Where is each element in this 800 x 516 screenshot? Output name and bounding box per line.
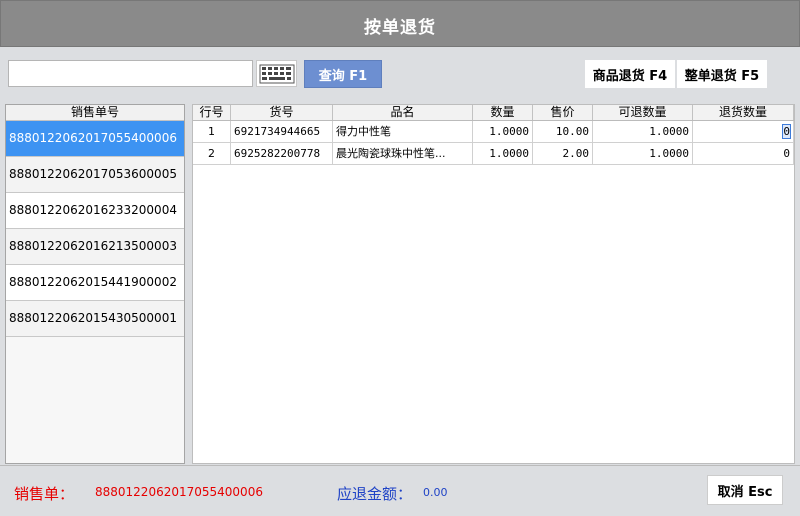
column-header-item-name[interactable]: 品名	[333, 105, 473, 120]
sales-order-value: 8880122062017055400006	[95, 485, 263, 499]
refund-amount-value: 0.00	[423, 486, 448, 499]
cell-line-no: 1	[193, 121, 231, 142]
order-list-item[interactable]: 8880122062015430500001	[6, 301, 184, 337]
order-list-item[interactable]: 8880122062016233200004	[6, 193, 184, 229]
order-list-item[interactable]: 8880122062017055400006	[6, 121, 184, 157]
cell-line-no: 2	[193, 143, 231, 164]
order-list-item[interactable]: 8880122062015441900002	[6, 265, 184, 301]
keyboard-button[interactable]	[256, 60, 297, 87]
cell-quantity: 1.0000	[473, 121, 533, 142]
refund-amount-label: 应退金额：	[337, 485, 413, 503]
column-header-item-code[interactable]: 货号	[231, 105, 333, 120]
cell-item-code: 6921734944665	[231, 121, 333, 142]
column-header-price[interactable]: 售价	[533, 105, 593, 120]
cell-item-name: 得力中性笔	[333, 121, 473, 142]
grid-header: 行号 货号 品名 数量 售价 可退数量 退货数量	[193, 105, 794, 121]
cell-item-code: 6925282200778	[231, 143, 333, 164]
order-return-button[interactable]: 整单退货 F5	[677, 60, 767, 88]
query-button[interactable]: 查询 F1	[304, 60, 382, 88]
order-detail-grid: 行号 货号 品名 数量 售价 可退数量 退货数量 1 6921734944665…	[192, 104, 795, 464]
column-header-line-no[interactable]: 行号	[193, 105, 231, 120]
window-title: 按单退货	[364, 18, 436, 38]
order-list-panel: 销售单号 8880122062017055400006 888012206201…	[5, 104, 185, 464]
cell-returnable-qty: 1.0000	[593, 121, 693, 142]
order-list-header: 销售单号	[6, 105, 184, 121]
column-header-returnable-qty[interactable]: 可退数量	[593, 105, 693, 120]
cell-price: 10.00	[533, 121, 593, 142]
column-header-quantity[interactable]: 数量	[473, 105, 533, 120]
title-bar: 按单退货	[0, 0, 800, 47]
cell-price: 2.00	[533, 143, 593, 164]
order-list-item[interactable]: 8880122062016213500003	[6, 229, 184, 265]
table-row[interactable]: 1 6921734944665 得力中性笔 1.0000 10.00 1.000…	[193, 121, 794, 143]
sales-order-label: 销售单：	[14, 485, 75, 503]
column-header-return-qty[interactable]: 退货数量	[693, 105, 794, 120]
cancel-button[interactable]: 取消 Esc	[707, 475, 783, 505]
search-input[interactable]	[8, 60, 253, 87]
keyboard-icon	[259, 64, 294, 83]
status-footer: 销售单： 8880122062017055400006 应退金额： 0.00	[0, 465, 800, 516]
cell-quantity: 1.0000	[473, 143, 533, 164]
cell-return-qty-input[interactable]: 0	[693, 121, 794, 142]
cell-item-name: 晨光陶瓷球珠中性笔...	[333, 143, 473, 164]
order-list-item[interactable]: 8880122062017053600005	[6, 157, 184, 193]
cell-returnable-qty: 1.0000	[593, 143, 693, 164]
table-row[interactable]: 2 6925282200778 晨光陶瓷球珠中性笔... 1.0000 2.00…	[193, 143, 794, 165]
return-qty-editor[interactable]: 0	[782, 124, 791, 139]
cell-return-qty-input[interactable]: 0	[693, 143, 794, 164]
item-return-button[interactable]: 商品退货 F4	[585, 60, 675, 88]
